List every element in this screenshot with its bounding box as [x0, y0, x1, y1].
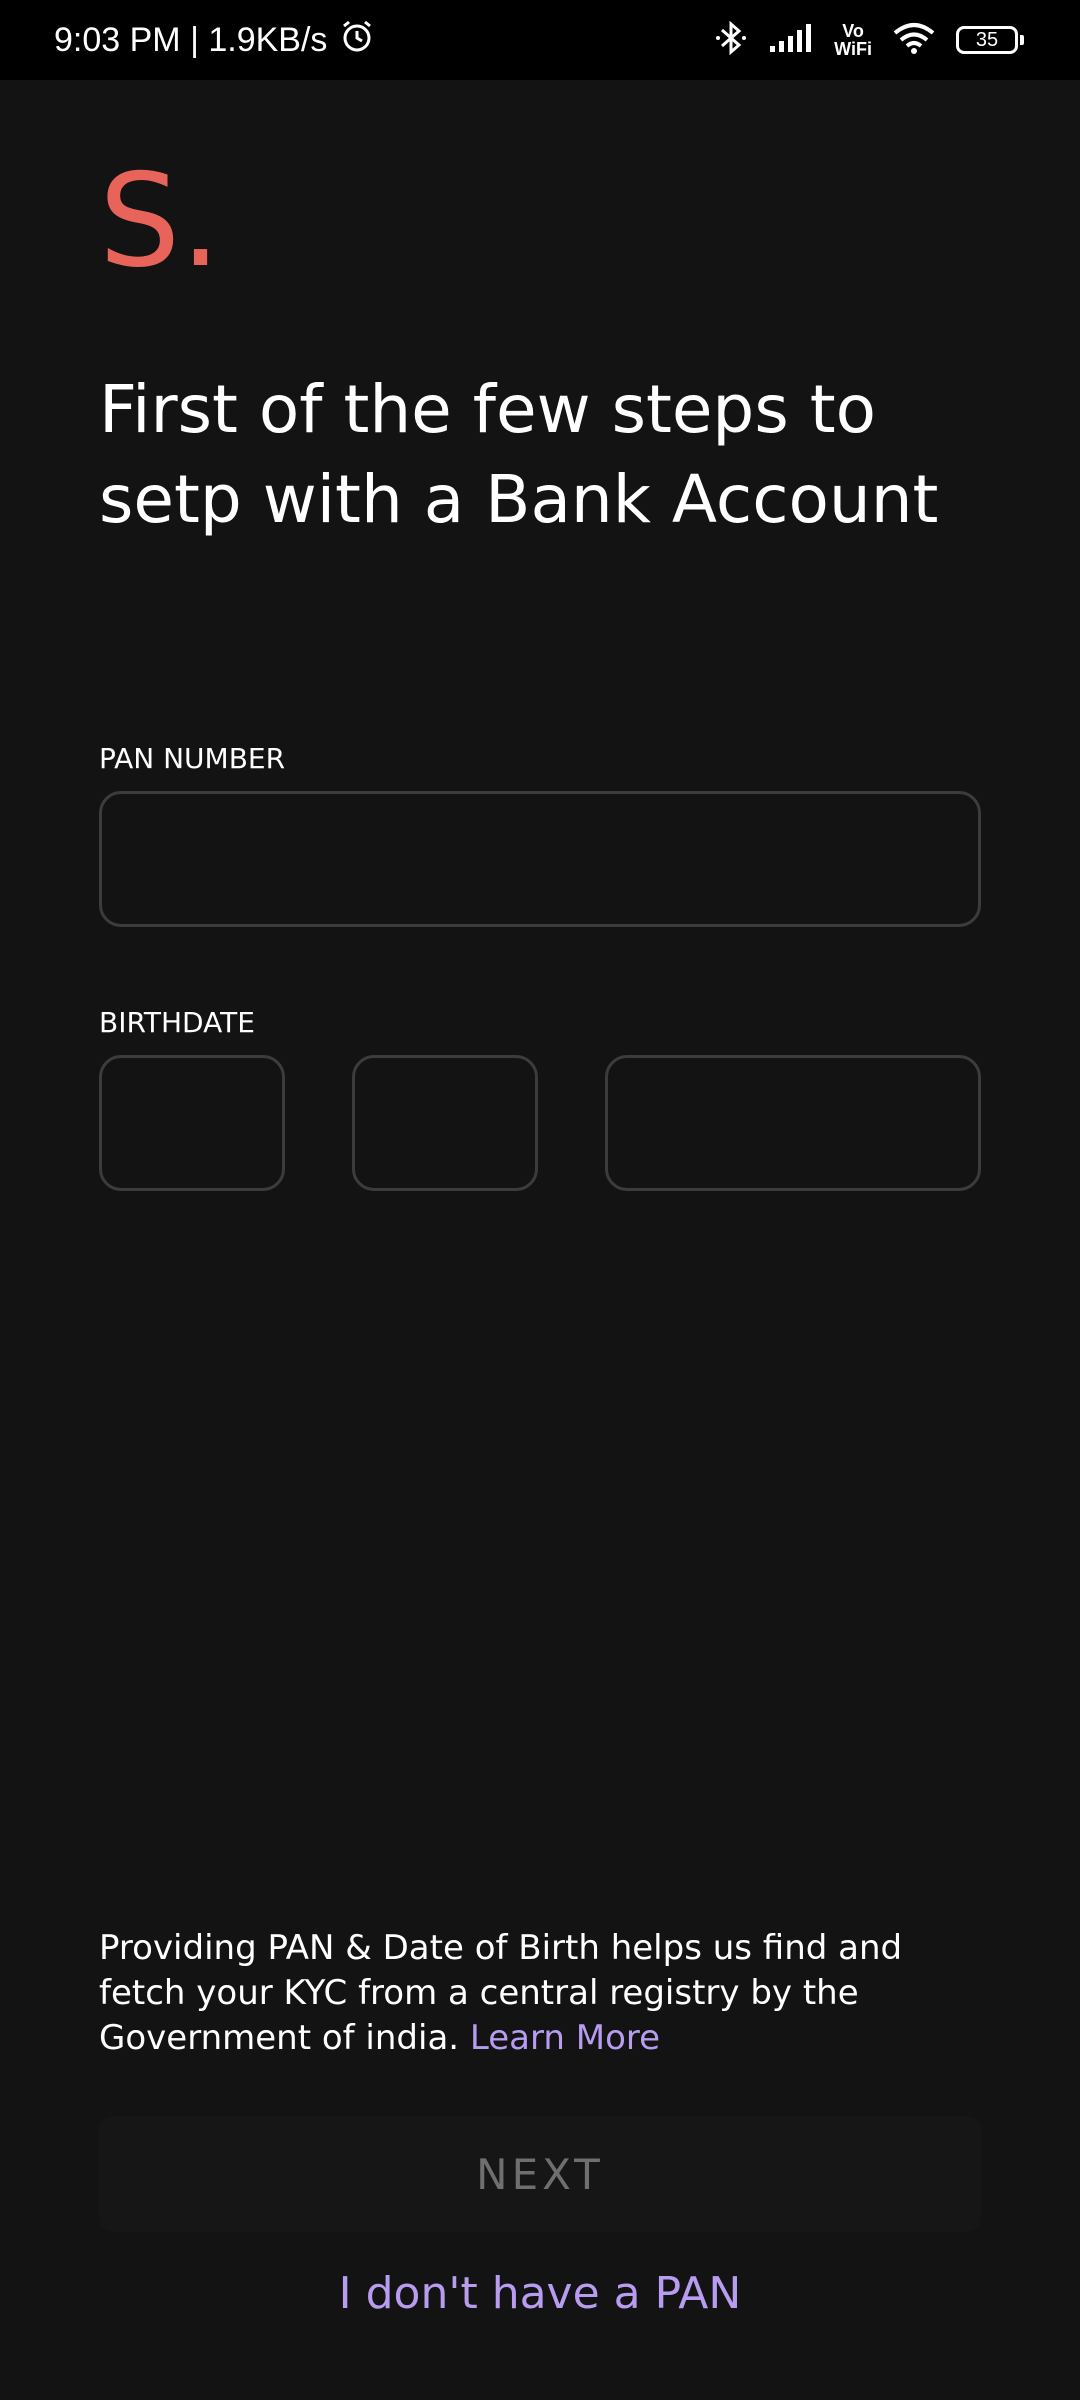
alarm-clock-icon [339, 18, 375, 63]
status-time-speed: 9:03 PM | 1.9KB/s [54, 20, 328, 59]
brand-logo: S. [99, 147, 221, 296]
birthdate-month-input[interactable] [352, 1055, 538, 1191]
birthdate-label: BIRTHDATE [99, 1006, 255, 1039]
vowifi-line1: Vo [842, 21, 864, 41]
status-right: Vo WiFi 35 [714, 0, 1024, 80]
learn-more-link[interactable]: Learn More [470, 2018, 660, 2058]
app-screen: S. First of the few steps to setp with a… [0, 80, 1080, 2400]
birthdate-day-input[interactable] [99, 1055, 285, 1191]
page-title: First of the few steps to setp with a Ba… [99, 371, 939, 538]
bluetooth-icon [714, 19, 748, 62]
status-left: 9:03 PM | 1.9KB/s [54, 0, 375, 80]
wifi-icon [892, 21, 936, 60]
vowifi-indicator: Vo WiFi [834, 22, 872, 58]
pan-number-input[interactable] [99, 791, 981, 927]
pan-number-label: PAN NUMBER [99, 742, 286, 775]
next-button[interactable]: NEXT [99, 2116, 981, 2232]
no-pan-link[interactable]: I don't have a PAN [0, 2268, 1080, 2319]
status-bar: 9:03 PM | 1.9KB/s Vo WiFi 35 [0, 0, 1080, 80]
battery-icon: 35 [956, 26, 1024, 54]
battery-level: 35 [975, 28, 999, 51]
kyc-info-text: Providing PAN & Date of Birth helps us f… [99, 1926, 999, 2061]
cell-signal-icon [768, 22, 814, 59]
vowifi-line2: WiFi [834, 39, 872, 59]
birthdate-year-input[interactable] [605, 1055, 981, 1191]
